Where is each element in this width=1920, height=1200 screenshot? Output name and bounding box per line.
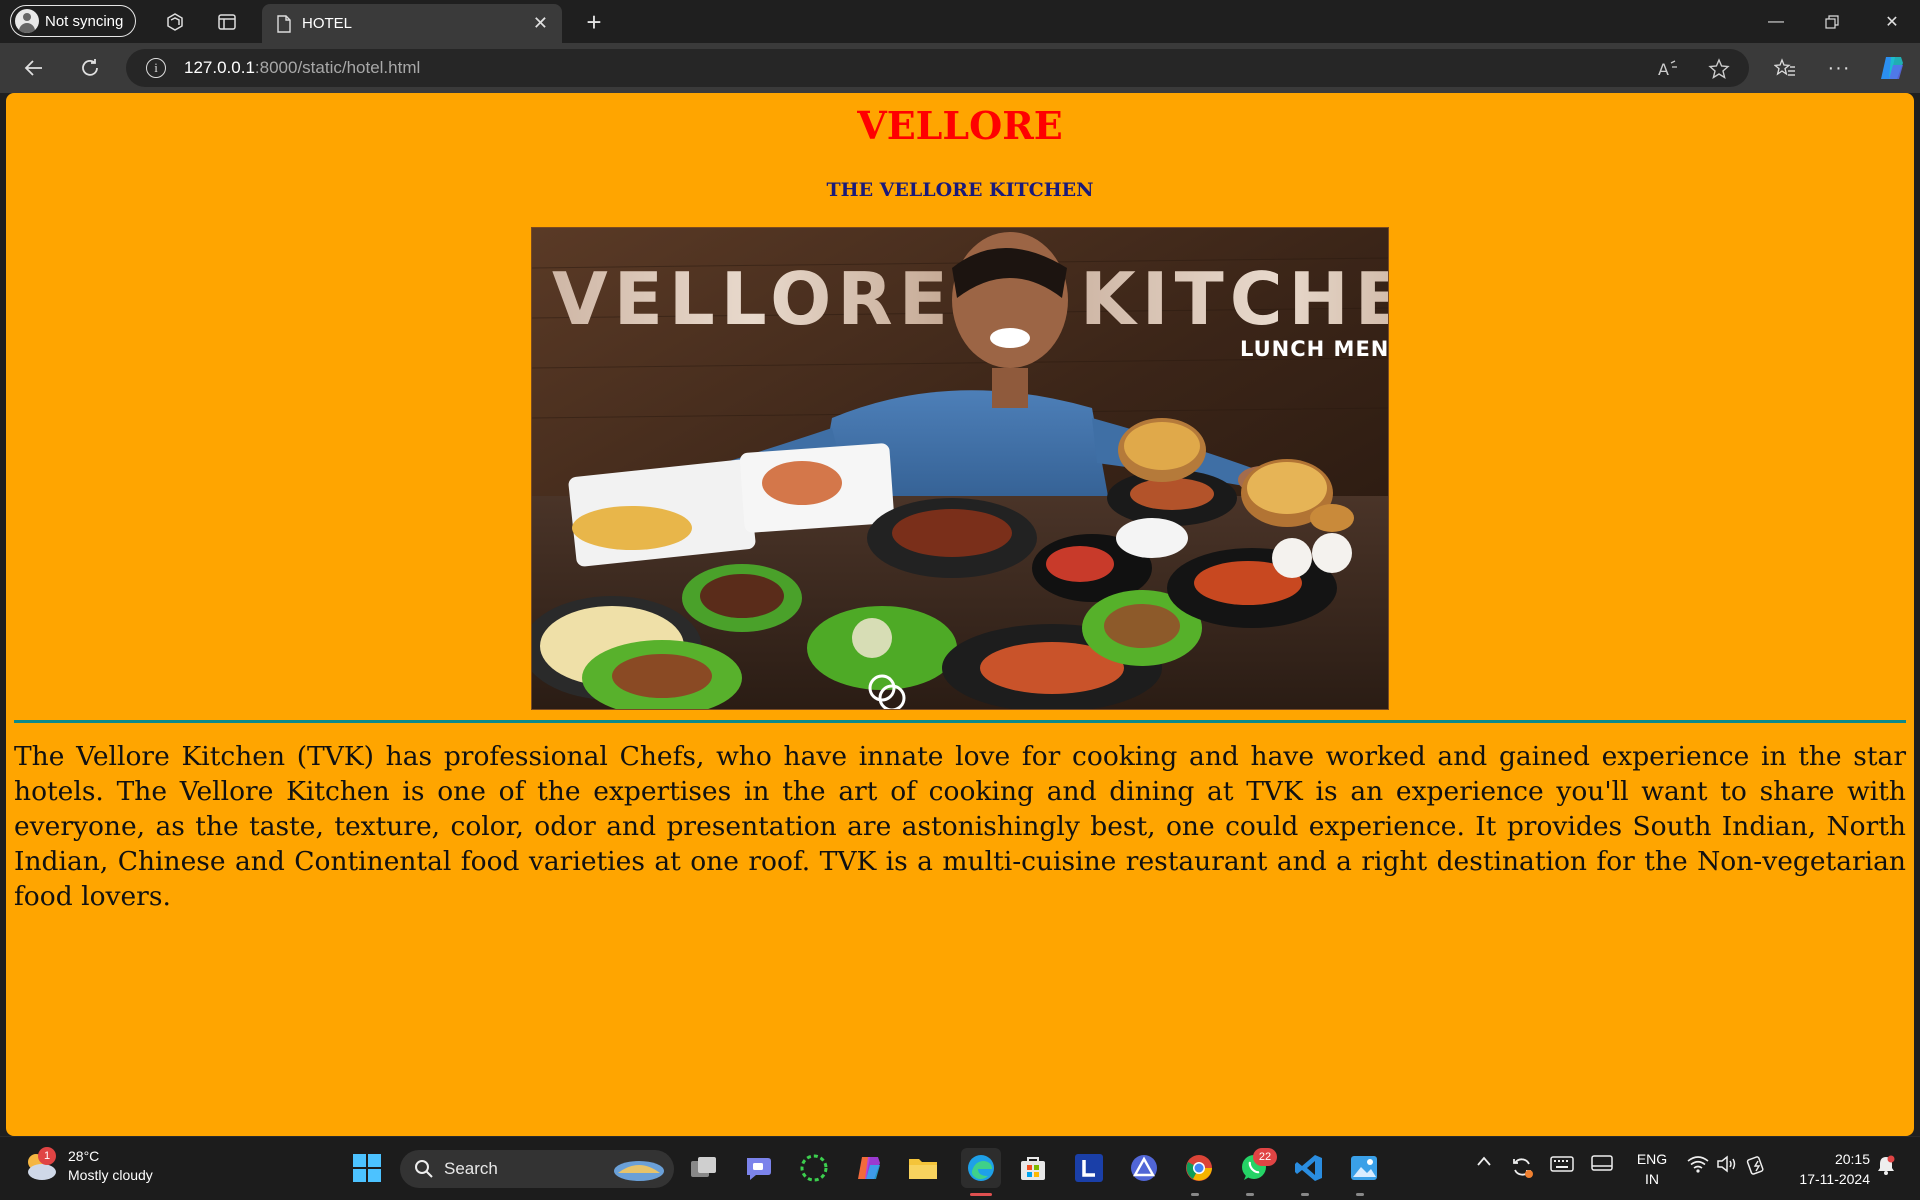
display-icon[interactable] xyxy=(1588,1155,1616,1173)
photos-icon[interactable] xyxy=(1347,1151,1381,1185)
vscode-icon[interactable] xyxy=(1292,1151,1326,1185)
workspaces-icon[interactable] xyxy=(162,9,188,35)
search-label: Search xyxy=(444,1159,498,1178)
profile-label: Not syncing xyxy=(45,12,124,30)
region-code: IN xyxy=(1645,1171,1659,1187)
chrome-open-indicator xyxy=(1191,1193,1199,1196)
wifi-icon[interactable] xyxy=(1684,1155,1712,1173)
letter-l-app-icon[interactable] xyxy=(1072,1151,1106,1185)
profile-button[interactable]: Not syncing xyxy=(10,5,137,37)
taskbar: 28°C Mostly cloudy 1 Search 22 ENG IN 20… xyxy=(0,1136,1920,1200)
tab-title: HOTEL xyxy=(302,15,353,32)
weather-condition: Mostly cloudy xyxy=(68,1167,153,1183)
whatsapp-unread-badge: 22 xyxy=(1253,1148,1277,1166)
microsoft-store-icon[interactable] xyxy=(1016,1151,1050,1185)
page-icon xyxy=(277,14,291,33)
search-highlight-icon xyxy=(614,1161,664,1181)
keyboard-icon[interactable] xyxy=(1548,1155,1576,1173)
banner-title-left: VELLORE xyxy=(552,257,954,341)
page-subtitle: THE VELLORE KITCHEN xyxy=(826,179,1094,201)
copilot-icon[interactable] xyxy=(1876,52,1908,84)
vscode-open-indicator xyxy=(1301,1193,1309,1196)
svg-text:A: A xyxy=(1658,60,1669,79)
battery-icon[interactable] xyxy=(1744,1155,1770,1175)
search-icon xyxy=(415,1160,433,1178)
browser-tab-strip: Not syncing HOTEL ✕ + — ✕ xyxy=(0,0,1920,43)
favorites-icon[interactable] xyxy=(1769,52,1801,84)
triangle-app-icon[interactable] xyxy=(1127,1151,1161,1185)
teams-chat-icon[interactable] xyxy=(742,1151,776,1185)
close-window-button[interactable]: ✕ xyxy=(1864,0,1920,43)
taskbar-search[interactable]: Search xyxy=(400,1150,674,1188)
address-bar[interactable]: i 127.0.0.1:8000/static/hotel.html xyxy=(126,49,1749,87)
page-viewport: VELLORE THE VELLORE KITCHEN VELLORE KITC… xyxy=(6,93,1914,1136)
edge-active-indicator xyxy=(970,1193,992,1196)
volume-icon[interactable] xyxy=(1714,1155,1740,1173)
horizontal-rule xyxy=(14,720,1906,723)
favorite-star-icon[interactable] xyxy=(1707,57,1731,81)
tab-actions-icon[interactable] xyxy=(214,9,240,35)
task-view-icon[interactable] xyxy=(687,1151,721,1185)
banner-menu-label: LUNCH MENU xyxy=(1240,337,1389,361)
back-button[interactable] xyxy=(18,52,50,84)
chrome-icon[interactable] xyxy=(1182,1151,1216,1185)
more-options-icon[interactable]: ··· xyxy=(1823,52,1855,84)
read-aloud-icon[interactable]: A xyxy=(1656,57,1680,81)
restore-button[interactable] xyxy=(1804,0,1860,43)
clock-time: 20:15 xyxy=(1834,1151,1870,1167)
refresh-button[interactable] xyxy=(74,52,106,84)
banner-title-right: KITCHEN xyxy=(1080,257,1389,341)
weather-notification-badge: 1 xyxy=(38,1147,56,1165)
temperature: 28°C xyxy=(68,1148,100,1164)
notification-bell-icon[interactable] xyxy=(1874,1155,1898,1175)
language-indicator[interactable]: ENG IN xyxy=(1632,1149,1672,1189)
restaurant-banner-image: VELLORE KITCHEN LUNCH MENU xyxy=(531,227,1389,710)
whatsapp-open-indicator xyxy=(1246,1193,1254,1196)
tab-hotel[interactable]: HOTEL ✕ xyxy=(262,4,562,43)
page-title: VELLORE xyxy=(857,103,1063,148)
sync-status-icon[interactable] xyxy=(1508,1155,1536,1179)
language-code: ENG xyxy=(1636,1151,1668,1167)
url-path: :8000/static/hotel.html xyxy=(254,58,421,77)
clock-date: 17-11-2024 xyxy=(1799,1171,1870,1187)
edge-icon[interactable] xyxy=(961,1148,1001,1188)
new-tab-button[interactable]: + xyxy=(578,6,610,38)
minimize-button[interactable]: — xyxy=(1748,0,1804,43)
file-explorer-icon[interactable] xyxy=(906,1151,940,1185)
site-info-icon[interactable]: i xyxy=(146,58,166,78)
clock[interactable]: 20:15 17-11-2024 xyxy=(1780,1149,1870,1189)
close-tab-icon[interactable]: ✕ xyxy=(533,13,548,34)
avatar xyxy=(15,9,39,33)
browser-toolbar: i 127.0.0.1:8000/static/hotel.html A ··· xyxy=(0,43,1920,93)
windows-start-icon[interactable] xyxy=(350,1151,384,1185)
url-host: 127.0.0.1 xyxy=(184,58,255,77)
show-hidden-icons-icon[interactable] xyxy=(1472,1155,1496,1167)
restaurant-description: The Vellore Kitchen (TVK) has profession… xyxy=(14,741,1906,912)
loading-app-icon[interactable] xyxy=(797,1151,831,1185)
photos-open-indicator xyxy=(1356,1193,1364,1196)
copilot-taskbar-icon[interactable] xyxy=(852,1151,886,1185)
